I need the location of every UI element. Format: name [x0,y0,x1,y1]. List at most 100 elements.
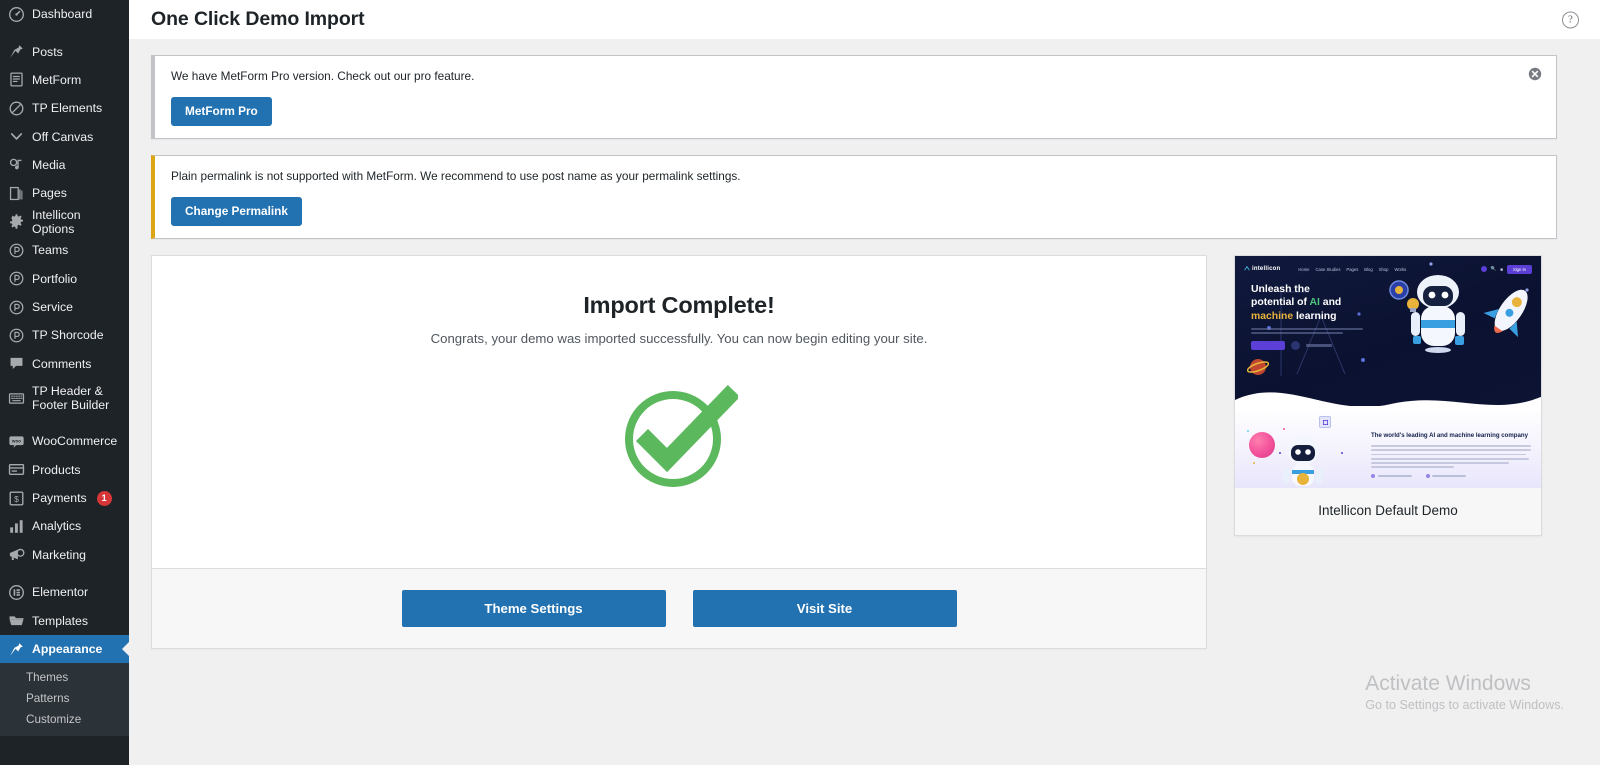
sidebar-item-off-canvas[interactable]: Off Canvas [0,123,129,151]
sidebar-item-media[interactable]: Media [0,151,129,179]
sidebar-separator [0,28,129,37]
notice-action-button[interactable]: Change Permalink [171,196,302,227]
admin-sidebar: Dashboard Posts MetForm TP Elements Off Canv… [0,0,129,765]
products-icon [8,461,25,478]
sidebar-item-label: WooCommerce [32,434,118,449]
admin-notice: Plain permalink is not supported with Me… [151,155,1557,240]
notice-message: Plain permalink is not supported with Me… [171,169,741,184]
thumb-hero-line3-post: learning [1293,310,1337,322]
payments-icon: $ [8,490,25,507]
chevron-down-icon [8,128,25,145]
thumb-nav-link: Home [1298,266,1310,272]
slash-circle-icon [8,100,25,117]
sidebar-item-portfolio[interactable]: Portfolio [0,265,129,293]
thumb-feature-item [1371,473,1412,478]
import-complete-title: Import Complete! [583,292,775,319]
thumb-lower-illustration [1245,416,1363,487]
help-icon[interactable]: ? [1562,11,1579,28]
sidebar-item-tp-elements[interactable]: TP Elements [0,94,129,122]
megaphone-icon [8,546,25,563]
demo-preview-caption: Intellicon Default Demo [1318,503,1458,519]
sidebar-item-intellicon-options[interactable]: Intellicon Options [0,208,129,236]
text-line [1251,327,1363,330]
thumb-nav-link: Pages [1346,266,1359,272]
thumb-site-nav: intellicon Home Case Studies Pages Blog Shop… [1235,261,1541,277]
thumb-hero-line2: potential of AI and [1251,296,1541,309]
logo-mark-icon [1244,266,1250,271]
sidebar-item-pages[interactable]: Pages [0,179,129,207]
close-icon[interactable] [1528,67,1542,81]
watermark-title: Activate Windows [1365,672,1531,696]
thumb-lower-robot-illustration [1283,437,1323,487]
thumb-lower-inner: The world's leading AI and machine learn… [1235,406,1541,487]
submenu-item-patterns[interactable]: Patterns [0,688,129,709]
visit-site-button[interactable]: Visit Site [692,590,957,628]
sidebar-item-payments[interactable]: $ Payments 1 [0,484,129,512]
watermark-subtitle: Go to Settings to activate Windows. [1365,698,1564,713]
thumb-hero-line2-post: and [1319,297,1342,309]
sidebar-item-woocommerce[interactable]: woo WooCommerce [0,427,129,455]
sidebar-item-label: Analytics [32,519,82,534]
sidebar-item-label: Portfolio [32,271,78,286]
sidebar-item-dashboard[interactable]: Dashboard [0,0,129,28]
sidebar-item-teams[interactable]: Teams [0,236,129,264]
thumb-nav-link: Case Studies [1315,266,1341,272]
thumb-section-paragraph [1371,445,1531,468]
import-result-row: Import Complete! Congrats, your demo was… [151,255,1578,650]
pin-icon [8,43,25,60]
sidebar-item-label: Payments [32,490,87,505]
sidebar-item-label: Comments [32,356,92,371]
sidebar-item-marketing[interactable]: Marketing [0,541,129,569]
dashboard-icon [8,6,25,23]
sidebar-item-tp-shorcode[interactable]: TP Shorcode [0,321,129,349]
submenu-item-themes[interactable]: Themes [0,667,129,688]
folder-icon [8,612,25,629]
sidebar-item-label: Templates [32,613,89,628]
thumb-get-started-button [1251,341,1285,351]
thumb-logo-text: intellicon [1252,266,1281,273]
sidebar-item-metform[interactable]: MetForm [0,66,129,94]
sidebar-item-analytics[interactable]: Analytics [0,512,129,540]
sidebar-item-elementor[interactable]: Elementor [0,578,129,606]
thumb-logo: intellicon [1244,266,1280,272]
sidebar-item-label: Media [32,158,66,173]
import-complete-subtitle: Congrats, your demo was imported success… [430,331,928,347]
page-header: One Click Demo Import ? [129,0,1600,39]
thumb-hero-ai-accent: AI [1309,297,1320,309]
notice-action-button[interactable]: MetForm Pro [171,96,272,127]
demo-preview-panel[interactable]: intellicon Home Case Studies Pages Blog Shop… [1234,255,1542,537]
thumb-section-heading: The world's leading AI and machine learn… [1371,432,1528,440]
sidebar-item-service[interactable]: Service [0,293,129,321]
theme-settings-button[interactable]: Theme Settings [401,590,666,628]
sidebar-item-templates[interactable]: Templates [0,606,129,634]
sidebar-item-products[interactable]: Products [0,455,129,483]
sidebar-item-label: Marketing [32,547,86,562]
windows-activation-watermark: Activate Windows Go to Settings to activ… [1365,671,1564,715]
thumb-hero-section: intellicon Home Case Studies Pages Blog Shop… [1235,256,1541,412]
thumb-lower-text: The world's leading AI and machine learn… [1371,428,1531,484]
svg-text:woo: woo [11,438,21,443]
wordpress-admin-screen: Dashboard Posts MetForm TP Elements Off Canv… [0,0,1600,765]
submenu-item-customize[interactable]: Customize [0,709,129,730]
thumb-feature-list [1371,473,1531,478]
text-line [1251,332,1343,335]
thumb-theme-toggle-icon [1480,266,1487,273]
sidebar-item-label: Products [32,462,81,477]
page-title: One Click Demo Import [151,8,365,30]
thumb-hero-buttons [1251,341,1541,351]
sidebar-item-comments[interactable]: Comments [0,350,129,378]
sidebar-item-label: Intellicon Options [32,207,81,236]
sidebar-item-posts[interactable]: Posts [0,37,129,65]
thumb-watch-video-label [1306,344,1332,348]
sidebar-item-appearance[interactable]: Appearance [0,634,129,664]
sidebar-item-label: MetForm [32,72,82,87]
play-icon [1291,341,1300,351]
sidebar-item-label: Teams [32,243,69,258]
elementor-icon [8,584,25,601]
media-icon [8,157,25,174]
circle-p-icon [8,270,25,287]
sidebar-item-label: Service [32,300,74,315]
circle-p-icon [8,327,25,344]
sidebar-item-label: TP Shorcode [32,328,104,343]
sidebar-item-tp-header-footer-builder[interactable]: TP Header & Footer Builder [0,378,129,418]
